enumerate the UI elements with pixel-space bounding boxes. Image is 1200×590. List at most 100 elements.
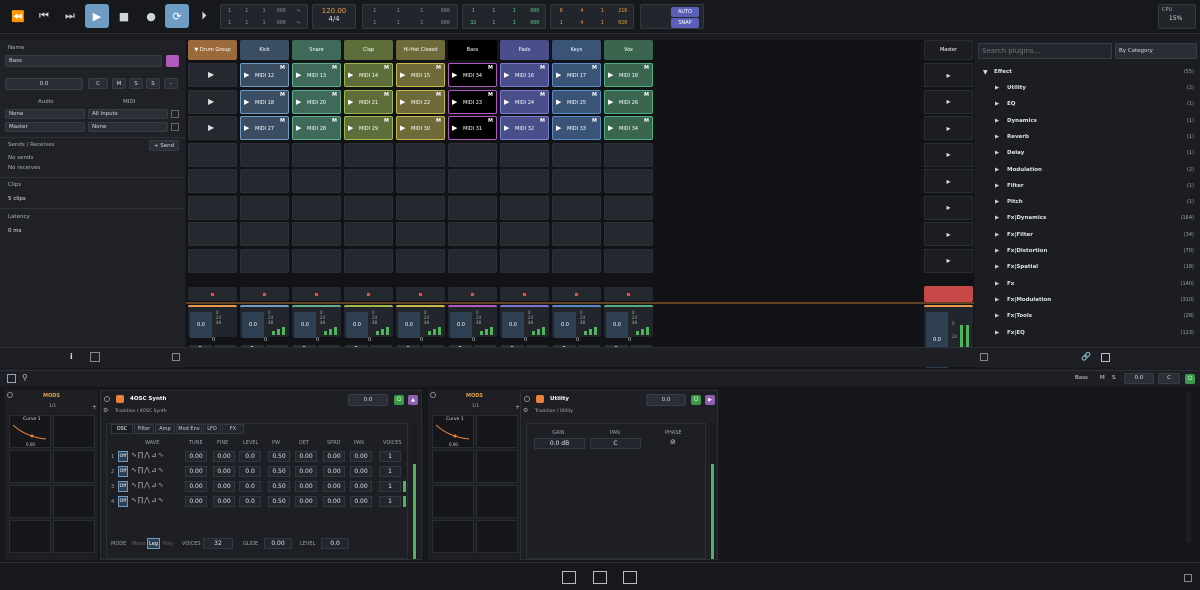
expand-icon[interactable]: ▶ [995, 183, 999, 189]
expand-icon[interactable]: ▶ [995, 313, 999, 319]
expand-icon[interactable]: ▶ [995, 118, 999, 124]
scene-launch-button[interactable]: ▸ [924, 169, 973, 193]
osc-param[interactable]: 0.00 [185, 481, 207, 492]
clip-play-icon[interactable]: ▶ [348, 98, 353, 106]
osc-param[interactable]: 0.50 [268, 451, 290, 462]
empty-slot[interactable] [500, 195, 549, 220]
clip-slot[interactable]: ▶ MIDI 12 M [240, 63, 289, 87]
osc-param[interactable]: 0.00 [350, 466, 372, 477]
play-icon[interactable]: ▶ [208, 97, 214, 106]
scene-launch-button[interactable]: ▸ [924, 142, 973, 167]
clip-play-icon[interactable]: ▶ [296, 98, 301, 106]
empty-slot[interactable] [604, 248, 653, 273]
collapse-icon[interactable] [980, 353, 988, 361]
volume-fader[interactable]: 0.0 [190, 312, 212, 338]
play-icon[interactable]: ▶ [85, 4, 109, 28]
scene-launch-button[interactable]: ▸ [924, 116, 973, 140]
device-solo-button[interactable]: S [1112, 375, 1116, 381]
expand-icon[interactable]: ▶ [995, 264, 999, 270]
empty-slot[interactable] [552, 169, 601, 193]
browser-category[interactable]: Dynamics [1007, 118, 1037, 124]
wave-selector[interactable]: ∿∏⋀⊿∿ [131, 466, 165, 474]
modulator-slot[interactable]: Curve 1 0.00 [9, 415, 51, 448]
empty-slot[interactable] [344, 142, 393, 167]
osc-param[interactable]: 1 [379, 451, 401, 462]
osc-param[interactable]: 0.00 [185, 496, 207, 507]
clip-slot[interactable]: ▶ MIDI 28 M [292, 116, 341, 140]
device-settings-icon[interactable] [104, 396, 110, 402]
clip-slot[interactable]: ▶ MIDI 25 M [552, 89, 601, 114]
group-slot[interactable]: ▶ [188, 63, 237, 87]
osc-param[interactable]: 0.0 [239, 451, 261, 462]
clip-play-icon[interactable]: ▶ [556, 98, 561, 106]
add-send-button[interactable]: + Send [149, 140, 179, 151]
osc-param[interactable]: 1 [379, 466, 401, 477]
empty-slot[interactable] [292, 248, 341, 273]
audio-input-select[interactable]: None [5, 109, 85, 119]
modulator-slot-empty[interactable] [53, 520, 95, 553]
expand-icon[interactable]: ▶ [995, 232, 999, 238]
empty-slot[interactable] [396, 222, 445, 246]
osc-param[interactable]: 0.00 [295, 496, 317, 507]
browser-category[interactable]: Delay [1007, 150, 1024, 156]
scene-launch-button[interactable]: ▸ [924, 222, 973, 246]
device-scrollbar[interactable] [1186, 392, 1191, 542]
empty-slot[interactable] [604, 222, 653, 246]
track-header[interactable]: Pads [500, 40, 549, 60]
modulator-slot-empty[interactable] [9, 520, 51, 553]
snap-button[interactable]: SNAP [671, 18, 699, 28]
empty-slot[interactable] [240, 248, 289, 273]
modulator-slot-empty[interactable] [432, 485, 474, 518]
empty-slot[interactable] [188, 195, 237, 220]
stop-clip-button[interactable] [188, 287, 237, 301]
modulator-slot-empty[interactable] [432, 450, 474, 483]
clip-slot[interactable]: ▶ MIDI 30 M [396, 116, 445, 140]
volume-fader[interactable]: 0.0 [502, 312, 524, 338]
mods-settings-icon[interactable] [7, 392, 13, 398]
clip-slot[interactable]: ▶ MIDI 27 M [240, 116, 289, 140]
osc-param[interactable]: 0.00 [185, 466, 207, 477]
empty-slot[interactable] [344, 222, 393, 246]
mods-add-icon[interactable]: + [92, 404, 97, 411]
clip-play-icon[interactable]: ▶ [504, 71, 509, 79]
track-header[interactable]: Snare [292, 40, 341, 60]
level-field[interactable]: 0.0 [321, 538, 349, 549]
stop-clip-button[interactable] [604, 287, 653, 301]
modulator-slot-empty[interactable] [53, 415, 95, 448]
modulator-slot-empty[interactable] [476, 415, 518, 448]
osc-param[interactable]: 0.00 [295, 481, 317, 492]
terminal-icon[interactable] [90, 352, 100, 362]
osc-enable-toggle[interactable]: Off [118, 481, 128, 492]
browser-category[interactable]: Fx|EQ [1007, 330, 1025, 336]
synth-tab[interactable]: Mod Env [176, 424, 202, 434]
stop-clip-button[interactable] [396, 287, 445, 301]
mods-page[interactable]: 1/1 [49, 404, 56, 409]
osc-param[interactable]: 0.00 [213, 466, 235, 477]
osc-param[interactable]: 0.00 [213, 451, 235, 462]
clip-slot[interactable]: ▶ MIDI 21 M [344, 89, 393, 114]
mode-legato[interactable]: Leg [147, 538, 160, 549]
expand-icon[interactable]: ▶ [995, 248, 999, 254]
device-power-button[interactable]: ⏻ [394, 395, 404, 405]
play-icon[interactable]: ▶ [208, 123, 214, 132]
osc-param[interactable]: 0.50 [268, 496, 290, 507]
empty-slot[interactable] [448, 222, 497, 246]
empty-slot[interactable] [396, 248, 445, 273]
clip-play-icon[interactable]: ▶ [296, 124, 301, 132]
stop-all-button[interactable] [924, 286, 973, 302]
browser-category[interactable]: Fx [1007, 281, 1014, 287]
mods-page[interactable]: 1/1 [472, 404, 479, 409]
empty-slot[interactable] [448, 142, 497, 167]
expand-effect-icon[interactable]: ▼ [983, 69, 988, 76]
modulator-slot[interactable]: Curve 1 0.00 [432, 415, 474, 448]
empty-slot[interactable] [188, 142, 237, 167]
record-arm-button[interactable]: S [146, 78, 160, 89]
osc-param[interactable]: 0.0 [239, 481, 261, 492]
osc-param[interactable]: 0.00 [323, 481, 345, 492]
osc-param[interactable]: 0.00 [295, 451, 317, 462]
expand-icon[interactable]: ▶ [995, 281, 999, 287]
midi-output-select[interactable]: None [88, 122, 168, 132]
empty-slot[interactable] [292, 169, 341, 193]
stop-icon[interactable]: ■ [112, 4, 136, 28]
osc-enable-toggle[interactable]: Off [118, 496, 128, 507]
